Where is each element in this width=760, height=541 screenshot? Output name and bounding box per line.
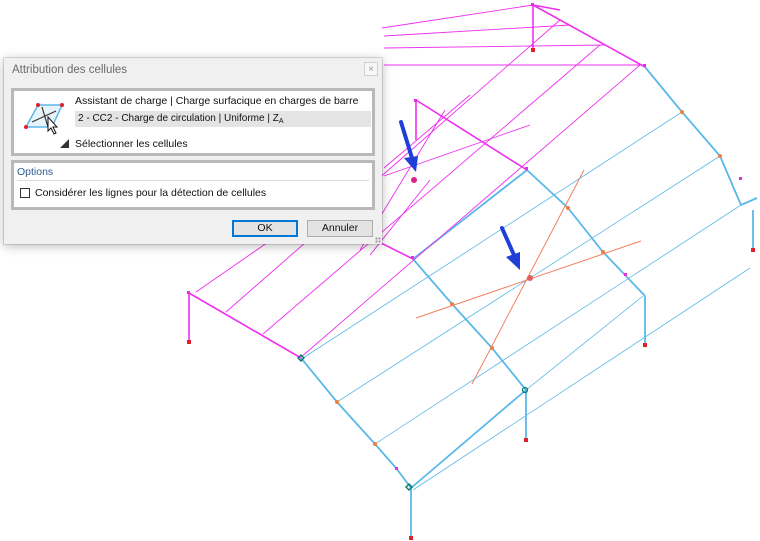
expand-corner-icon[interactable] xyxy=(60,139,69,148)
dialog-title: Attribution des cellules xyxy=(12,64,128,76)
close-icon: × xyxy=(368,64,374,75)
blue-arrow-icon xyxy=(500,226,520,270)
close-button[interactable]: × xyxy=(364,62,378,76)
dialog-titlebar[interactable]: Attribution des cellules × xyxy=(4,58,382,82)
load-axis-subscript: A xyxy=(278,118,284,125)
cell-wizard-icon[interactable] xyxy=(22,97,70,143)
consider-lines-label[interactable]: Considérer les lignes pour la détection … xyxy=(35,187,266,199)
select-cells-link[interactable]: Sélectionner les cellules xyxy=(75,138,188,150)
assistant-title: Assistant de charge | Charge surfacique … xyxy=(75,95,359,107)
options-panel: Options Considérer les lignes pour la dé… xyxy=(11,160,375,210)
load-wizard-panel: Assistant de charge | Charge surfacique … xyxy=(11,88,375,156)
options-divider xyxy=(17,180,369,181)
load-case-value: 2 - CC2 - Charge de circulation | Unifor… xyxy=(78,113,279,124)
resize-grip-icon[interactable] xyxy=(375,237,381,243)
load-case-field[interactable]: 2 - CC2 - Charge de circulation | Unifor… xyxy=(75,111,371,127)
consider-lines-checkbox[interactable] xyxy=(20,188,30,198)
cell-assignment-dialog: Attribution des cellules × Assistant de … xyxy=(4,58,382,244)
ok-button[interactable]: OK xyxy=(232,220,298,237)
options-title: Options xyxy=(17,166,54,178)
cancel-button[interactable]: Annuler xyxy=(307,220,373,237)
